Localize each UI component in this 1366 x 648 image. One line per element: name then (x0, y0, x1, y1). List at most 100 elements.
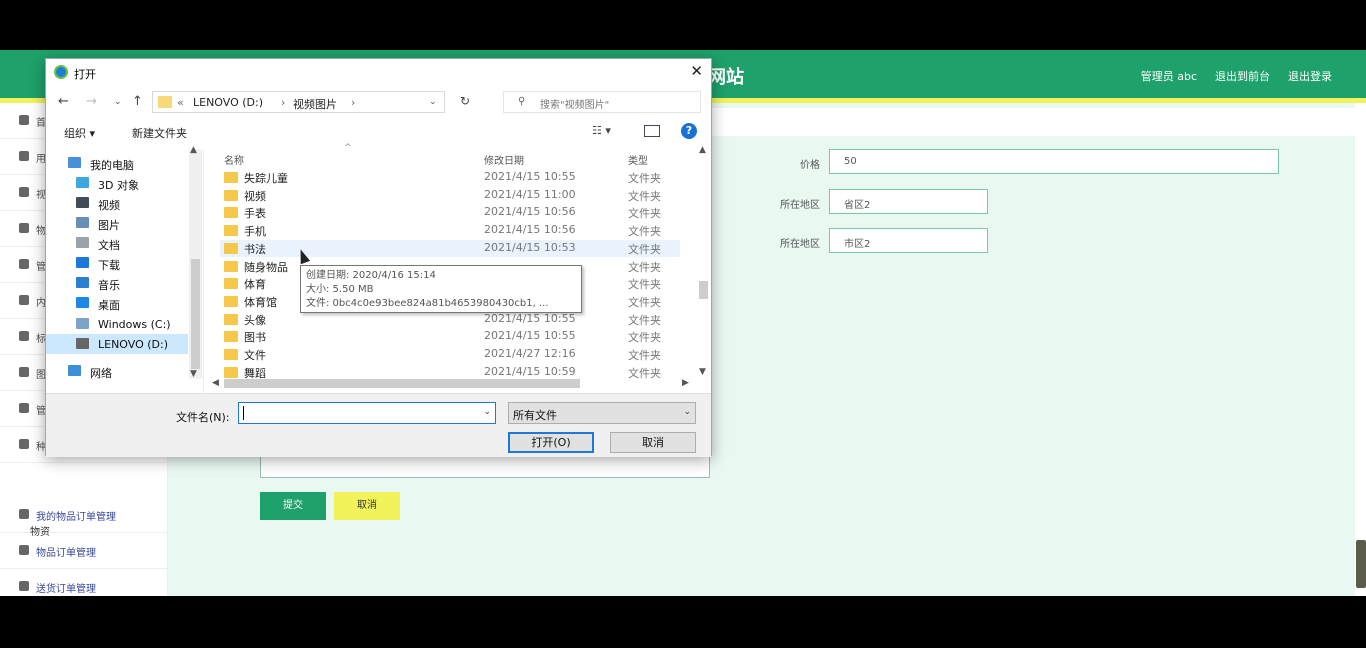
organize-menu[interactable]: 组织 ▾ (64, 125, 95, 141)
file-type-value: 所有文件 (513, 409, 557, 422)
nav-scrollbar[interactable]: ▲ ▼ (189, 145, 202, 379)
scroll-right-icon[interactable]: ▶ (682, 378, 689, 388)
price-label: 价格 (800, 160, 820, 171)
scroll-up-icon[interactable]: ▲ (190, 145, 197, 155)
file-row[interactable]: 失踪儿童 2021/4/15 10:55 文件夹 (220, 169, 680, 186)
nav-item[interactable]: 网络 (46, 361, 188, 381)
file-row[interactable]: 头像 2021/4/15 10:55 文件夹 (220, 311, 680, 328)
folder-icon (224, 242, 238, 254)
filename-label: 文件名(N): (176, 411, 230, 424)
column-type[interactable]: 类型 (628, 152, 648, 167)
filename-dropdown-icon[interactable]: ⌄ (483, 407, 491, 417)
admin-link[interactable]: 管理员 abc (1141, 68, 1197, 84)
tooltip-files: 文件: 0bc4c0e93bee824a81b4653980430cb1, ..… (306, 298, 549, 309)
list-vertical-scrollbar[interactable]: ▲ ▼ (697, 145, 710, 377)
nav-item-label: 网络 (90, 367, 112, 380)
dialog-footer: 文件名(N): ⌄ 所有文件 ⌄ 打开(O) 取消 (46, 393, 711, 457)
breadcrumb-overflow[interactable]: « (177, 96, 184, 109)
breadcrumb-folder[interactable]: 视频图片 (293, 96, 337, 112)
tag-icon (19, 331, 29, 341)
file-row[interactable]: 图书 2021/4/15 10:55 文件夹 (220, 328, 680, 345)
file-type: 文件夹 (628, 313, 661, 327)
breadcrumb-separator: › (351, 96, 356, 109)
chevron-down-icon: ⌄ (683, 407, 691, 417)
file-type: 文件夹 (628, 260, 661, 274)
logout-link[interactable]: 退出登录 (1288, 68, 1332, 84)
cancel-button[interactable]: 取消 (334, 492, 400, 520)
nav-item[interactable]: LENOVO (D:) (46, 334, 188, 354)
refresh-icon[interactable]: ↻ (460, 94, 470, 108)
open-button[interactable]: 打开(O) (508, 432, 594, 453)
region-select[interactable]: 省区2 (829, 189, 988, 214)
dialog-cancel-button[interactable]: 取消 (610, 432, 696, 453)
file-date: 2021/4/27 12:16 (484, 347, 576, 360)
user-icon (19, 509, 29, 519)
search-input[interactable]: ⚲ 搜索"视频图片" (503, 91, 701, 113)
nav-item-label: 下载 (98, 259, 120, 272)
sidebar-subitem[interactable]: 物资 (30, 523, 50, 538)
file-row[interactable]: 文件 2021/4/27 12:16 文件夹 (220, 346, 680, 363)
scroll-down-icon[interactable]: ▼ (190, 369, 197, 379)
folder-icon (224, 260, 238, 272)
file-name: 失踪儿童 (244, 172, 288, 185)
address-bar[interactable]: « LENOVO (D:) › 视频图片 › ⌄ (152, 91, 445, 113)
folder-icon (224, 366, 238, 378)
nav-item[interactable]: 文档 (46, 233, 188, 253)
screen: 网站 管理员 abc 退出到前台 退出登录 首用视物管内标图管种我的物品订单管理… (0, 50, 1366, 596)
nav-item[interactable]: 音乐 (46, 273, 188, 293)
filename-input[interactable]: ⌄ (238, 402, 496, 424)
nav-item-label: 3D 对象 (98, 179, 139, 192)
file-date: 2021/4/15 10:55 (484, 329, 576, 343)
breadcrumb-drive[interactable]: LENOVO (D:) (193, 96, 263, 109)
list-vertical-thumb[interactable] (699, 281, 708, 299)
help-icon[interactable]: ? (681, 123, 697, 139)
file-type-select[interactable]: 所有文件 ⌄ (508, 402, 696, 424)
nav-item-label: LENOVO (D:) (98, 338, 169, 351)
district-select[interactable]: 市区2 (829, 228, 988, 253)
nav-item[interactable]: 下载 (46, 253, 188, 273)
nav-item[interactable]: Windows (C:) (46, 314, 188, 334)
price-input[interactable]: 50 (829, 149, 1279, 174)
file-date: 2021/4/15 10:59 (484, 364, 576, 378)
file-name: 随身物品 (244, 260, 288, 274)
column-name[interactable]: 名称 (224, 152, 244, 167)
sidebar-item[interactable]: 送货订单管理 (0, 569, 168, 596)
nav-item[interactable]: 视频 (46, 193, 188, 213)
new-folder-button[interactable]: 新建文件夹 (132, 125, 187, 141)
page-scrollbar[interactable] (1356, 540, 1366, 588)
file-row[interactable]: 手表 2021/4/15 10:56 文件夹 (220, 204, 680, 221)
file-row[interactable]: 手机 2021/4/15 10:56 文件夹 (220, 222, 680, 239)
sidebar-item[interactable]: 物品订单管理 (0, 533, 168, 569)
file-row[interactable]: 书法 2021/4/15 10:53 文件夹 (220, 239, 680, 257)
file-open-dialog: 打开 ✕ ← → ⌄ ↑ « LENOVO (D:) › 视频图片 › ⌄ ↻ … (45, 58, 712, 457)
file-date: 2021/4/15 10:55 (484, 311, 576, 325)
column-date[interactable]: 修改日期 (484, 152, 524, 167)
file-row[interactable]: 舞蹈 2021/4/15 10:59 文件夹 (220, 364, 680, 381)
back-arrow-icon[interactable]: ← (58, 94, 69, 109)
view-options-icon[interactable]: ☷ ▾ (592, 124, 611, 137)
scroll-left-icon[interactable]: ◀ (212, 378, 219, 388)
nav-item[interactable]: 我的电脑 (46, 153, 188, 173)
up-arrow-icon[interactable]: ↑ (132, 94, 143, 109)
nav-scroll-thumb[interactable] (191, 259, 200, 369)
sidebar-item[interactable]: 我的物品订单管理 (0, 497, 168, 533)
file-date: 2021/4/15 11:00 (484, 187, 576, 201)
scroll-down-icon[interactable]: ▼ (699, 367, 706, 377)
address-dropdown-icon[interactable]: ⌄ (429, 97, 437, 107)
submit-button[interactable]: 提交 (260, 492, 326, 520)
sidebar-item-label: 送货订单管理 (36, 584, 96, 595)
sort-caret-icon: ^ (344, 143, 352, 153)
recent-dropdown-icon[interactable]: ⌄ (114, 97, 122, 107)
preview-pane-icon[interactable] (644, 125, 660, 137)
file-row[interactable]: 视频 2021/4/15 11:00 文件夹 (220, 187, 680, 204)
search-placeholder: 搜索"视频图片" (540, 100, 610, 111)
forward-arrow-icon[interactable]: → (86, 94, 97, 109)
scroll-up-icon[interactable]: ▲ (699, 145, 706, 155)
close-icon[interactable]: ✕ (690, 62, 703, 80)
nav-item[interactable]: 图片 (46, 213, 188, 233)
file-type: 文件夹 (628, 225, 661, 239)
front-link[interactable]: 退出到前台 (1215, 68, 1270, 84)
nav-item[interactable]: 桌面 (46, 293, 188, 313)
nav-item[interactable]: 3D 对象 (46, 173, 188, 193)
folder-icon (224, 207, 238, 219)
